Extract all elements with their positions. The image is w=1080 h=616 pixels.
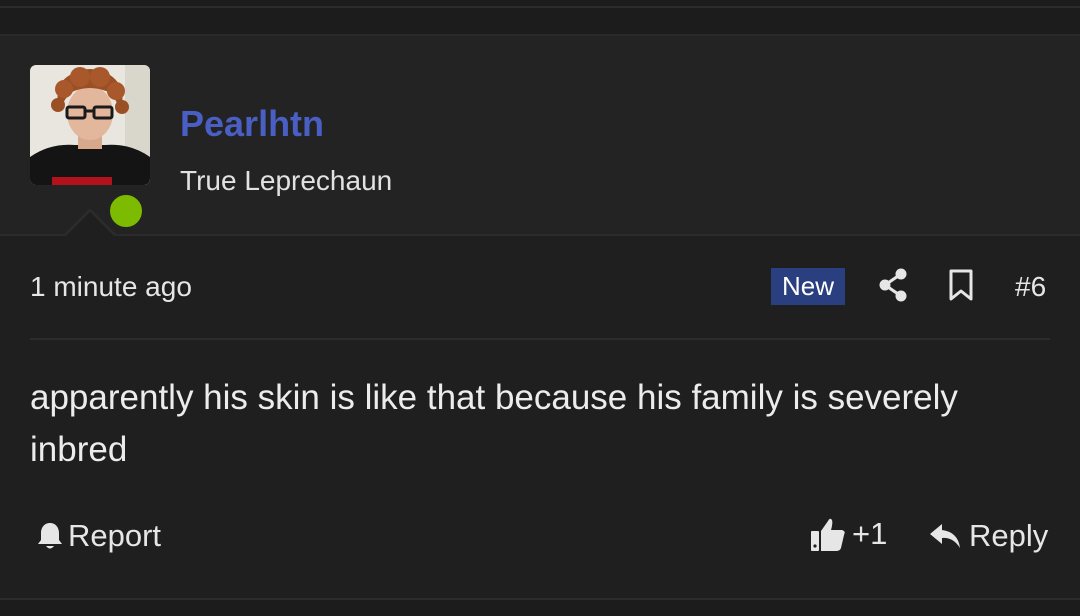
post-number-link[interactable]: #6: [1015, 271, 1046, 303]
bookmark-icon[interactable]: [948, 269, 974, 301]
top-strip: [0, 0, 1080, 36]
share-icon[interactable]: [878, 268, 908, 302]
like-button[interactable]: +1: [810, 516, 887, 552]
bottom-strip: [0, 600, 1080, 616]
like-count: +1: [852, 516, 888, 551]
reply-arrow-icon: [930, 524, 960, 548]
top-divider: [0, 6, 1080, 8]
post-meta: 1 minute ago New #6: [30, 262, 1050, 310]
message-pointer-fill: [65, 212, 115, 237]
post-actions: Report +1 Reply: [30, 510, 1050, 562]
post-timestamp[interactable]: 1 minute ago: [30, 271, 192, 303]
username-link[interactable]: Pearlhtn: [180, 106, 324, 142]
new-badge: New: [771, 268, 845, 305]
thumbs-up-icon: [811, 518, 845, 551]
avatar-image: [30, 65, 150, 185]
report-button[interactable]: Report: [36, 518, 161, 554]
report-label: Report: [68, 518, 162, 553]
meta-divider: [30, 338, 1050, 340]
user-title: True Leprechaun: [180, 165, 393, 196]
post-body: apparently his skin is like that because…: [30, 378, 958, 469]
bell-icon: [38, 523, 62, 549]
reply-button[interactable]: Reply: [929, 518, 1048, 554]
reply-label: Reply: [969, 518, 1049, 553]
avatar[interactable]: [30, 65, 150, 185]
user-block: Pearlhtn True Leprechaun: [0, 36, 1080, 236]
